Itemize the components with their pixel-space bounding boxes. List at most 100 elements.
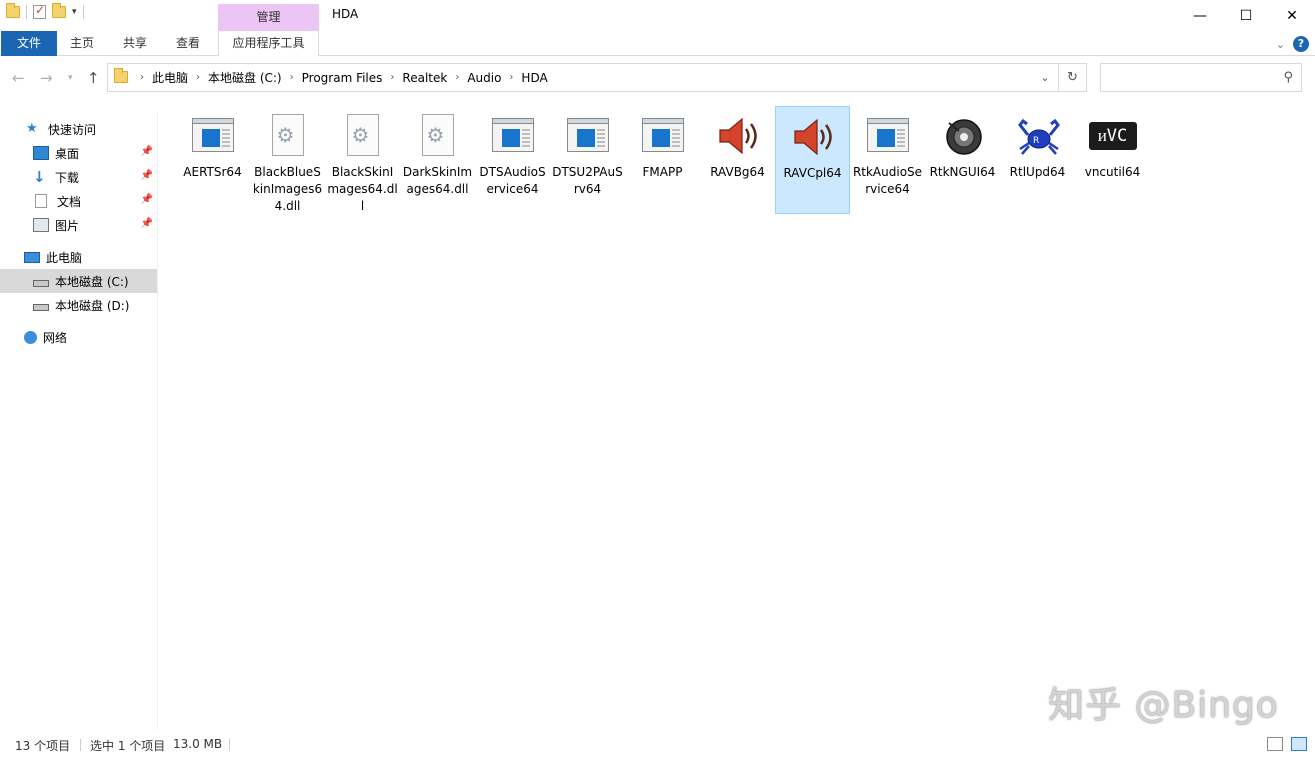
breadcrumb-separator-icon[interactable]: › [290, 72, 294, 83]
vnc-icon: ᴎVC [1088, 112, 1137, 160]
details-view-icon[interactable] [1267, 737, 1283, 751]
tab-view[interactable]: 查看 [164, 31, 212, 56]
file-name: BlackBlueSkinImages64.dll [252, 165, 323, 213]
sidebar-item-label: 本地磁盘 (D:) [55, 298, 130, 313]
divider [80, 739, 81, 751]
search-input[interactable]: ⚲ [1100, 63, 1302, 92]
file-name: DTSAudioService64 [479, 165, 546, 196]
divider [82, 5, 84, 19]
window-controls: — ☐ ✕ [1177, 0, 1315, 31]
file-item-ravbg64[interactable]: RAVBg64 [700, 106, 775, 214]
file-name: RAVBg64 [710, 165, 765, 179]
file-name: RtlUpd64 [1009, 165, 1066, 179]
file-item-aertsr64[interactable]: AERTSr64 [175, 106, 250, 214]
sidebar-item-label: 下载 [55, 170, 80, 185]
sidebar-item-documents[interactable]: 文档 📌 [0, 189, 157, 213]
sidebar-item-drive-d[interactable]: 本地磁盘 (D:) [0, 293, 157, 317]
breadcrumb-separator-icon[interactable]: › [455, 72, 459, 83]
up-arrow-icon[interactable]: ↑ [87, 69, 100, 87]
star-icon: ★ [26, 121, 38, 136]
expand-ribbon-chevron-icon[interactable]: ⌄ [1276, 38, 1285, 51]
tab-manage[interactable]: 管理 [218, 4, 319, 31]
breadcrumb-realtek[interactable]: Realtek [402, 71, 447, 85]
file-name: RtkAudioService64 [852, 165, 923, 196]
new-folder-icon[interactable] [52, 3, 66, 18]
close-button[interactable]: ✕ [1269, 0, 1315, 31]
download-arrow-icon: ↓ [33, 168, 46, 186]
dll-file-icon [414, 112, 462, 160]
file-item-rtlupd64[interactable]: R RtlUpd64 [1000, 106, 1075, 214]
sidebar-item-drive-c[interactable]: 本地磁盘 (C:) [0, 269, 157, 293]
tab-share[interactable]: 共享 [111, 31, 159, 56]
file-name: BlackSkinImages64.dll [327, 165, 398, 213]
file-name: DarkSkinImages64.dll [402, 165, 473, 196]
file-name: RAVCpl64 [783, 166, 842, 180]
speaker-icon [714, 112, 762, 160]
recent-locations-chevron-icon[interactable]: ▾ [68, 73, 73, 83]
tab-home[interactable]: 主页 [58, 31, 106, 56]
sidebar-item-this-pc[interactable]: 此电脑 [0, 245, 157, 269]
breadcrumb-drive-c[interactable]: 本地磁盘 (C:) [208, 69, 282, 86]
breadcrumb-this-pc[interactable]: 此电脑 [152, 69, 188, 86]
file-item-ravcpl64[interactable]: RAVCpl64 [775, 106, 850, 214]
breadcrumb-audio[interactable]: Audio [467, 71, 501, 85]
file-item-dtsaudioservice64[interactable]: DTSAudioService64 [475, 106, 550, 214]
file-item-blackblueskinimages64[interactable]: BlackBlueSkinImages64.dll [250, 106, 325, 214]
file-name: AERTSr64 [183, 165, 242, 179]
drive-icon [33, 303, 49, 311]
search-icon[interactable]: ⚲ [1283, 70, 1293, 85]
view-switcher [1267, 737, 1307, 751]
navigation-pane: ★ 快速访问 桌面 📌 ↓ 下载 📌 文档 📌 图片 📌 此电脑 本地磁盘 (C… [0, 112, 158, 730]
properties-icon[interactable] [33, 3, 46, 19]
tab-file[interactable]: 文件 [1, 31, 57, 56]
file-item-fmapp[interactable]: FMAPP [625, 106, 700, 214]
customize-dropdown-icon[interactable]: ▾ [72, 7, 77, 17]
sidebar-item-label: 快速访问 [48, 122, 97, 137]
ribbon-tabs: 文件 主页 共享 查看 应用程序工具 ⌄ ? [0, 31, 1315, 56]
navigation-bar: ← → ▾ ↑ › 此电脑 › 本地磁盘 (C:) › Program File… [0, 57, 1315, 98]
file-item-darkskinimages64[interactable]: DarkSkinImages64.dll [400, 106, 475, 214]
window-title: HDA [332, 7, 359, 21]
breadcrumb-separator-icon[interactable]: › [390, 72, 394, 83]
divider [26, 5, 27, 19]
sidebar-item-desktop[interactable]: 桌面 📌 [0, 141, 157, 165]
address-dropdown-chevron-icon[interactable]: ⌄ [1034, 64, 1056, 91]
forward-arrow-icon[interactable]: → [40, 69, 53, 87]
sidebar-item-label: 文档 [57, 194, 82, 209]
title-bar: ▾ 管理 HDA — ☐ ✕ [0, 0, 1315, 31]
sidebar-item-label: 图片 [55, 218, 80, 233]
file-item-dtsu2pausrv64[interactable]: DTSU2PAuSrv64 [550, 106, 625, 214]
tab-application-tools[interactable]: 应用程序工具 [218, 31, 319, 56]
pin-icon[interactable]: 📌 [141, 170, 153, 181]
pin-icon[interactable]: 📌 [141, 218, 153, 229]
divider [229, 739, 230, 751]
selection-size: 13.0 MB [173, 737, 223, 751]
pin-icon[interactable]: 📌 [141, 194, 153, 205]
application-icon [864, 112, 912, 160]
breadcrumb-hda[interactable]: HDA [521, 71, 547, 85]
file-name: DTSU2PAuSrv64 [552, 165, 623, 196]
sidebar-item-downloads[interactable]: ↓ 下载 📌 [0, 165, 157, 189]
back-arrow-icon[interactable]: ← [12, 69, 25, 87]
breadcrumb-program-files[interactable]: Program Files [302, 71, 383, 85]
help-icon[interactable]: ? [1293, 36, 1309, 52]
maximize-button[interactable]: ☐ [1223, 0, 1269, 31]
file-item-rtkaudioservice64[interactable]: RtkAudioService64 [850, 106, 925, 214]
refresh-icon[interactable]: ↻ [1059, 63, 1087, 92]
sidebar-item-network[interactable]: 网络 [0, 325, 157, 349]
file-item-rtkngui64[interactable]: RtkNGUI64 [925, 106, 1000, 214]
breadcrumb-separator-icon[interactable]: › [509, 72, 513, 83]
breadcrumb-separator-icon[interactable]: › [140, 72, 144, 83]
address-bar[interactable]: › 此电脑 › 本地磁盘 (C:) › Program Files › Real… [107, 63, 1059, 92]
sidebar-item-pictures[interactable]: 图片 📌 [0, 213, 157, 237]
file-item-blackskinimages64[interactable]: BlackSkinImages64.dll [325, 106, 400, 214]
application-icon [564, 112, 612, 160]
sidebar-item-quick-access[interactable]: ★ 快速访问 [0, 117, 157, 141]
file-item-vncutil64[interactable]: ᴎVC vncutil64 [1075, 106, 1150, 214]
selection-count: 选中 1 个项目 [90, 739, 166, 753]
breadcrumb-separator-icon[interactable]: › [196, 72, 200, 83]
pin-icon[interactable]: 📌 [141, 146, 153, 157]
minimize-button[interactable]: — [1177, 0, 1223, 31]
item-count: 13 个项目 [15, 739, 71, 753]
large-icons-view-icon[interactable] [1291, 737, 1307, 751]
